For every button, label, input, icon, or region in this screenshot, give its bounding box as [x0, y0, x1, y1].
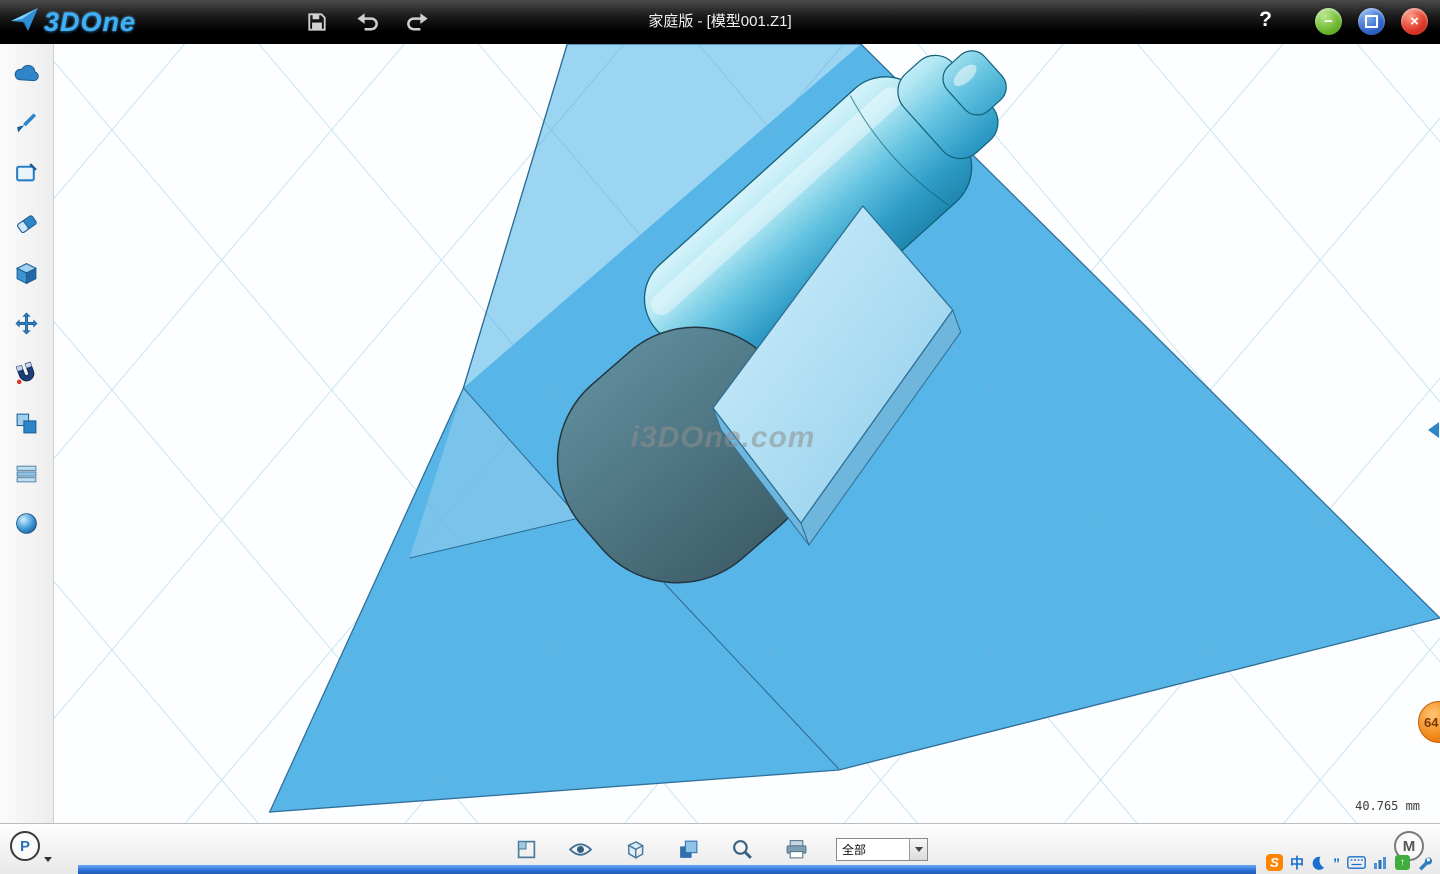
windows-taskbar-strip[interactable]	[78, 865, 1256, 874]
view-preset-dropdown-caret[interactable]	[44, 857, 52, 866]
assembly-icon	[14, 411, 39, 436]
ime-moon-icon[interactable]	[1311, 855, 1326, 870]
ime-keyboard-icon[interactable]	[1347, 856, 1366, 869]
magnet-icon	[14, 361, 39, 386]
window-title: 家庭版 - [模型001.Z1]	[0, 0, 1440, 44]
ime-language-toggle[interactable]: 中	[1290, 853, 1304, 873]
layers-button[interactable]	[674, 835, 702, 863]
title-bar: 3DOne	[0, 0, 1440, 44]
view-preset-label: P	[20, 838, 30, 855]
zoom-button[interactable]	[728, 835, 756, 863]
chevron-down-icon	[915, 847, 923, 856]
save-icon	[306, 11, 328, 33]
window-controls: − ×	[1315, 8, 1428, 35]
tool-section[interactable]	[10, 458, 44, 488]
paper-plane-icon	[10, 5, 40, 40]
print-button[interactable]	[782, 835, 810, 863]
watermark: i3DOne.com	[631, 421, 816, 454]
move-icon	[14, 311, 39, 336]
redo-button[interactable]	[402, 7, 432, 37]
print-icon	[785, 839, 808, 860]
undo-icon	[355, 11, 380, 33]
datum-plane-icon	[516, 839, 537, 860]
close-button[interactable]: ×	[1401, 8, 1428, 35]
redo-icon	[405, 11, 430, 33]
display-filter-dropdown-button[interactable]	[909, 839, 927, 860]
viewport[interactable]: i3DOne.com 40.765 mm 64	[54, 44, 1440, 824]
save-button[interactable]	[302, 7, 332, 37]
eye-icon	[568, 841, 593, 858]
minimize-glyph: −	[1324, 13, 1333, 30]
visibility-button[interactable]	[566, 835, 594, 863]
layers-icon	[677, 838, 700, 861]
display-filter-value: 全部	[837, 841, 909, 858]
sogou-logo-icon[interactable]: S	[1266, 854, 1283, 871]
display-filter-select[interactable]: 全部	[836, 838, 928, 861]
tool-cloud-library[interactable]	[10, 58, 44, 88]
ime-stats-icon[interactable]	[1373, 856, 1388, 870]
scale-label: 40.765 mm	[1355, 799, 1420, 813]
view-preset-badge[interactable]: P	[10, 831, 40, 861]
display-mode-cube-icon	[623, 838, 646, 861]
section-icon	[14, 461, 39, 486]
zoom-icon	[731, 838, 754, 861]
ime-bar: S 中 ” ↑	[1262, 852, 1437, 873]
ime-punctuation-toggle[interactable]: ”	[1333, 855, 1340, 871]
panel-collapse-arrow[interactable]	[1428, 422, 1439, 438]
tool-sketch-brush[interactable]	[10, 108, 44, 138]
datum-plane-button[interactable]	[512, 835, 540, 863]
sketch-brush-icon	[14, 111, 39, 136]
app-window: 3DOne	[0, 0, 1440, 874]
titlebar-toolbar	[302, 7, 432, 37]
tool-sketch-rect[interactable]	[10, 158, 44, 188]
sketch-rect-icon	[14, 161, 39, 186]
display-mode-button[interactable]	[620, 835, 648, 863]
help-button[interactable]: ?	[1259, 8, 1272, 32]
app-logo-text: 3DOne	[44, 7, 136, 38]
maximize-button[interactable]	[1358, 8, 1385, 35]
material-sphere-icon	[14, 511, 39, 536]
app-logo: 3DOne	[10, 5, 136, 40]
tool-material[interactable]	[10, 508, 44, 538]
cloud-library-icon	[13, 64, 40, 83]
tool-assembly[interactable]	[10, 408, 44, 438]
ime-toolbox-wrench-icon[interactable]	[1417, 855, 1433, 871]
undo-button[interactable]	[352, 7, 382, 37]
maximize-icon	[1365, 15, 1378, 28]
viewport-canvas[interactable]: i3DOne.com 40.765 mm	[54, 44, 1440, 824]
eraser-icon	[14, 211, 39, 236]
tool-magnet[interactable]	[10, 358, 44, 388]
left-toolbar	[0, 44, 54, 824]
minimize-button[interactable]: −	[1315, 8, 1342, 35]
close-glyph: ×	[1410, 13, 1419, 30]
ime-update-icon[interactable]: ↑	[1395, 855, 1410, 870]
tool-primitives[interactable]	[10, 258, 44, 288]
primitives-cube-icon	[14, 261, 39, 286]
tool-eraser[interactable]	[10, 208, 44, 238]
tool-move[interactable]	[10, 308, 44, 338]
